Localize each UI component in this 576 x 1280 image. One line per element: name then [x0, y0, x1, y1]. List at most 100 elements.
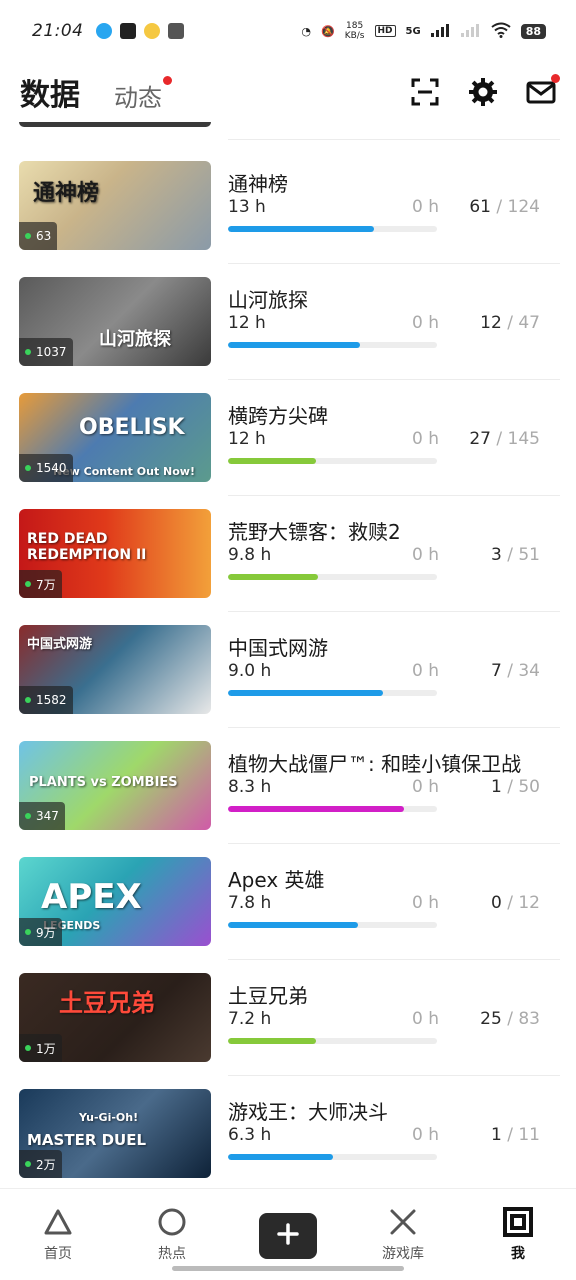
plus-icon	[276, 1222, 300, 1250]
achievement-progress-bar	[228, 342, 437, 348]
achievement-progress-fill	[228, 574, 318, 580]
online-dot-icon	[25, 1045, 31, 1051]
achievement-progress-bar	[228, 574, 437, 580]
game-name: 横跨方尖碑	[228, 404, 328, 428]
game-row[interactable]: 通神榜 63 通神榜 13 h 0 h 61 / 124	[0, 148, 576, 264]
gear-icon[interactable]	[468, 77, 498, 107]
thumbnail-title: 山河旅探	[99, 329, 171, 350]
achievement-done: 0	[490, 893, 502, 913]
tab-moments[interactable]: 动态	[114, 75, 172, 113]
game-thumbnail[interactable]: 中国式网游 1582	[19, 625, 211, 714]
achievement-progress-bar	[228, 806, 437, 812]
game-row[interactable]: 山河旅探 1037 山河旅探 12 h 0 h 12 / 47	[0, 264, 576, 380]
player-count-badge: 2万	[19, 1150, 62, 1178]
nav-library[interactable]: 游戏库	[363, 1189, 443, 1269]
nav-home[interactable]: 首页	[18, 1189, 98, 1269]
achievement-count: 12 / 47	[480, 313, 540, 333]
thumbnail-title: 中国式网游	[27, 637, 93, 652]
achievement-total: 124	[507, 197, 540, 217]
scan-icon[interactable]	[410, 77, 440, 107]
game-thumbnail[interactable]: MASTER DUEL Yu-Gi-Oh! 2万	[19, 1089, 211, 1178]
game-thumbnail[interactable]: APEX LEGENDS 9万	[19, 857, 211, 946]
cross-icon	[386, 1205, 420, 1239]
achievement-separator: /	[507, 1125, 513, 1145]
player-count: 7万	[36, 577, 56, 592]
status-right: ◔ 🔕 185 KB/s HD 5G 88	[301, 21, 546, 41]
network-label: 5G	[405, 25, 421, 37]
game-thumbnail[interactable]: OBELISK New Content Out Now! 1540	[19, 393, 211, 482]
achievement-total: 47	[518, 313, 540, 333]
achievement-progress-fill	[228, 1154, 333, 1160]
thumbnail-title: MASTER DUEL	[27, 1131, 147, 1149]
game-row[interactable]: RED DEAD REDEMPTION II 7万 荒野大镖客：救赎2 9.8 …	[0, 496, 576, 612]
online-dot-icon	[25, 929, 31, 935]
achievement-separator: /	[507, 661, 513, 681]
nav-me[interactable]: 我	[478, 1189, 558, 1269]
qq-icon	[95, 23, 112, 39]
game-name: 植物大战僵尸™: 和睦小镇保卫战	[228, 752, 522, 776]
wifi-icon	[491, 22, 511, 41]
recent-hours: 0 h	[412, 1009, 439, 1029]
partial-thumbnail	[19, 122, 211, 127]
game-row[interactable]: 中国式网游 1582 中国式网游 9.0 h 0 h 7 / 34	[0, 612, 576, 728]
game-row[interactable]: PLANTS vs ZOMBIES 347 植物大战僵尸™: 和睦小镇保卫战 8…	[0, 728, 576, 844]
total-hours: 9.0 h	[228, 661, 272, 681]
achievement-progress-bar	[228, 458, 437, 464]
achievement-separator: /	[496, 429, 503, 449]
game-row[interactable]: APEX LEGENDS 9万 Apex 英雄 7.8 h 0 h 0 / 12	[0, 844, 576, 960]
recent-hours: 0 h	[412, 893, 439, 913]
achievement-progress-fill	[228, 458, 316, 464]
achievement-count: 7 / 34	[491, 661, 540, 681]
achievement-done: 1	[490, 1125, 502, 1145]
nav-hot-label: 热点	[158, 1246, 186, 1262]
thumbnail-subtitle: Yu-Gi-Oh!	[79, 1111, 139, 1124]
achievement-progress-fill	[228, 342, 360, 348]
player-count-badge: 63	[19, 222, 58, 250]
recent-hours: 0 h	[412, 661, 439, 681]
mail-app-icon	[167, 23, 184, 39]
achievement-count: 61 / 124	[469, 197, 540, 217]
achievement-separator: /	[507, 545, 513, 565]
tab-data[interactable]: 数据	[20, 70, 80, 114]
achievement-separator: /	[507, 777, 513, 797]
total-hours: 7.2 h	[228, 1009, 272, 1029]
game-row[interactable]: MASTER DUEL Yu-Gi-Oh! 2万 游戏王：大师决斗 6.3 h …	[0, 1076, 576, 1188]
header-actions	[410, 74, 560, 107]
add-button[interactable]	[259, 1213, 317, 1259]
game-list[interactable]: 通神榜 63 通神榜 13 h 0 h 61 / 124 山河旅探 1037 山…	[0, 122, 576, 1188]
player-count: 1037	[36, 345, 67, 359]
online-dot-icon	[25, 581, 31, 587]
game-thumbnail[interactable]: 土豆兄弟 1万	[19, 973, 211, 1062]
online-dot-icon	[25, 349, 31, 355]
thumbnail-title: RED DEAD REDEMPTION II	[27, 531, 147, 563]
player-count-badge: 1037	[19, 338, 73, 366]
page-header: 数据 动态	[0, 62, 576, 122]
achievement-separator: /	[507, 313, 513, 333]
game-name: 荒野大镖客：救赎2	[228, 520, 401, 544]
speedometer-icon: ◔	[301, 24, 311, 38]
achievement-progress-fill	[228, 226, 375, 232]
achievement-separator: /	[496, 197, 503, 217]
total-hours: 12 h	[228, 429, 266, 449]
mail-icon[interactable]	[526, 74, 560, 107]
achievement-done: 1	[490, 777, 502, 797]
thumbnail-title: OBELISK	[79, 415, 185, 440]
home-indicator[interactable]	[172, 1266, 404, 1271]
player-count-badge: 347	[19, 802, 65, 830]
nav-hot[interactable]: 热点	[132, 1189, 212, 1269]
game-thumbnail[interactable]: 山河旅探 1037	[19, 277, 211, 366]
player-count-badge: 1540	[19, 454, 73, 482]
achievement-total: 83	[518, 1009, 540, 1029]
game-thumbnail[interactable]: PLANTS vs ZOMBIES 347	[19, 741, 211, 830]
total-hours: 9.8 h	[228, 545, 272, 565]
battery-icon: 88	[520, 23, 546, 39]
game-row[interactable]: 土豆兄弟 1万 土豆兄弟 7.2 h 0 h 25 / 83	[0, 960, 576, 1076]
achievement-count: 27 / 145	[469, 429, 540, 449]
game-row[interactable]: OBELISK New Content Out Now! 1540 横跨方尖碑 …	[0, 380, 576, 496]
thumbnail-title: APEX	[41, 877, 142, 917]
achievement-progress-fill	[228, 806, 404, 812]
achievement-progress-bar	[228, 226, 437, 232]
game-thumbnail[interactable]: RED DEAD REDEMPTION II 7万	[19, 509, 211, 598]
game-name: 山河旅探	[228, 288, 308, 312]
game-thumbnail[interactable]: 通神榜 63	[19, 161, 211, 250]
